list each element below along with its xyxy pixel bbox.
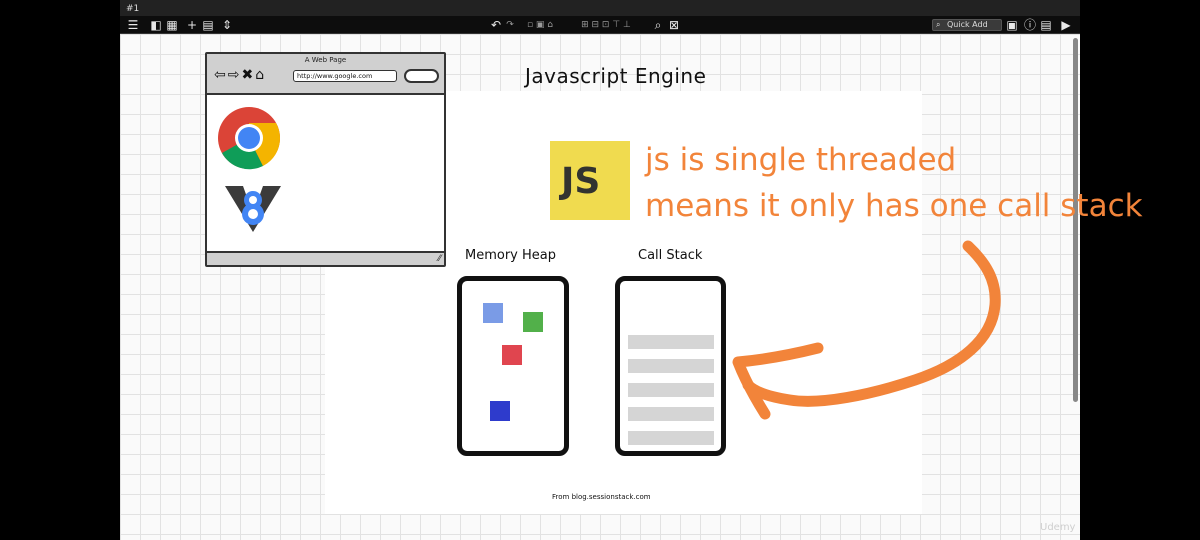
updown-icon[interactable]: ⇕ [220, 17, 234, 33]
browser-search-icon [404, 69, 439, 83]
plus-icon[interactable]: + [186, 17, 198, 33]
page-icon[interactable]: ▤ [202, 17, 214, 33]
browser-nav-icons: ⇦⇨✖⌂ [214, 67, 267, 83]
layout-icon[interactable]: ▣ [1006, 17, 1018, 33]
fullscreen-icon[interactable]: ⊠ [668, 17, 680, 33]
stack-frame [628, 431, 714, 445]
zoom-icon[interactable]: ⌕ [652, 17, 664, 33]
slide-title: Javascript Engine [525, 64, 707, 88]
list-icon[interactable]: ▤ [1040, 17, 1052, 33]
v8-logo-icon [225, 186, 281, 232]
undo-icon[interactable]: ↶ [490, 17, 502, 33]
play-icon[interactable]: ▶ [1060, 17, 1072, 33]
menu-icon[interactable]: ☰ [126, 17, 140, 33]
heap-object [490, 401, 510, 421]
search-icon: ⌕ [936, 20, 941, 29]
annotation-line-1: js is single threaded [645, 142, 957, 178]
tab-number: #1 [126, 4, 140, 14]
annotation-line-2: means it only has one call stack [645, 188, 1143, 224]
watermark-logo: Udemy [1040, 522, 1076, 533]
js-logo-text: JS [561, 161, 601, 202]
info-icon[interactable]: ⓘ [1024, 17, 1036, 33]
source-credit: From blog.sessionstack.com [552, 493, 651, 501]
quick-add-search[interactable]: ⌕ Quick Add [932, 19, 1002, 31]
js-logo: JS [550, 141, 630, 220]
memory-heap-label: Memory Heap [465, 248, 556, 263]
browser-mockup: A Web Page ⇦⇨✖⌂ http://www.google.com ⁄⁄ [205, 52, 446, 267]
call-stack-box [615, 276, 726, 456]
call-stack-label: Call Stack [638, 248, 703, 263]
browser-status-bar: ⁄⁄ [207, 251, 444, 265]
browser-url-field: http://www.google.com [293, 70, 397, 82]
resize-grip-icon: ⁄⁄ [437, 254, 441, 264]
panel-icon[interactable]: ◧ [150, 17, 162, 33]
browser-chrome: A Web Page ⇦⇨✖⌂ http://www.google.com [207, 54, 444, 95]
memory-heap-box [457, 276, 569, 456]
heap-object [483, 303, 503, 323]
stack-frame [628, 383, 714, 397]
heap-object [502, 345, 522, 365]
chrome-logo-icon [218, 107, 281, 170]
diagram-app-window: #1 ☰ ◧ ▦ + ▤ ⇕ ↶ ↷ ▫ ▣ ⌂ ⊞ ⊟ ⊡ ⊤ ⊥ ⌕ ⊠ ▣… [120, 0, 1080, 540]
browser-page-title: A Web Page [304, 56, 347, 64]
grid-icon[interactable]: ▦ [166, 17, 178, 33]
redo-icon[interactable]: ↷ [504, 17, 516, 33]
handwritten-annotation: js is single threaded means it only has … [645, 137, 1143, 229]
align-icons[interactable]: ⊞ ⊟ ⊡ ⊤ ⊥ [566, 17, 646, 33]
stack-frame [628, 359, 714, 373]
quick-add-label: Quick Add [947, 20, 988, 29]
stack-frame [628, 335, 714, 349]
title-bar: #1 [120, 0, 1080, 16]
arrange-icons[interactable]: ▫ ▣ ⌂ [520, 17, 560, 33]
stack-frame [628, 407, 714, 421]
heap-object [523, 312, 543, 332]
